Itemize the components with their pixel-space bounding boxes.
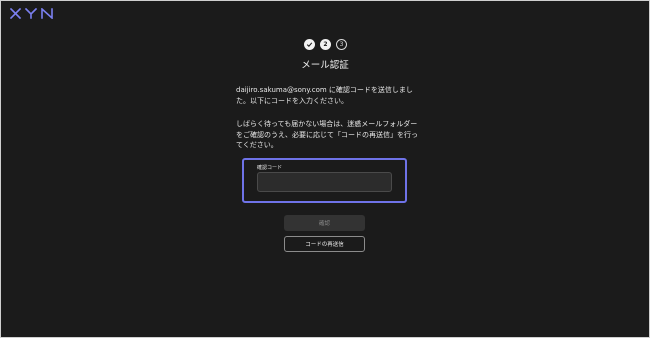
code-field-label: 確認コード	[257, 165, 283, 171]
check-icon	[306, 42, 313, 47]
step-1-completed	[304, 39, 315, 50]
resend-code-button[interactable]: コードの再送信	[284, 236, 365, 252]
page-title: メール認証	[301, 60, 349, 71]
step-2-current: 2	[320, 39, 331, 50]
confirm-button[interactable]: 確認	[284, 215, 365, 231]
sent-code-message: daijiro.sakuma@sony.com に確認コードを送信しました。以下…	[236, 86, 413, 105]
step-3-upcoming: 3	[336, 39, 347, 50]
xyn-logo	[10, 8, 53, 19]
verification-code-input[interactable]	[257, 172, 392, 192]
progress-steps: 2 3	[304, 39, 347, 50]
resend-help-message: しばらく待っても届かない場合は、迷惑メールフォルダーをご確認のうえ、必要に応じて…	[236, 120, 418, 149]
app-window: 2 3 メール認証 daijiro.sakuma@sony.com に確認コード…	[0, 0, 650, 338]
